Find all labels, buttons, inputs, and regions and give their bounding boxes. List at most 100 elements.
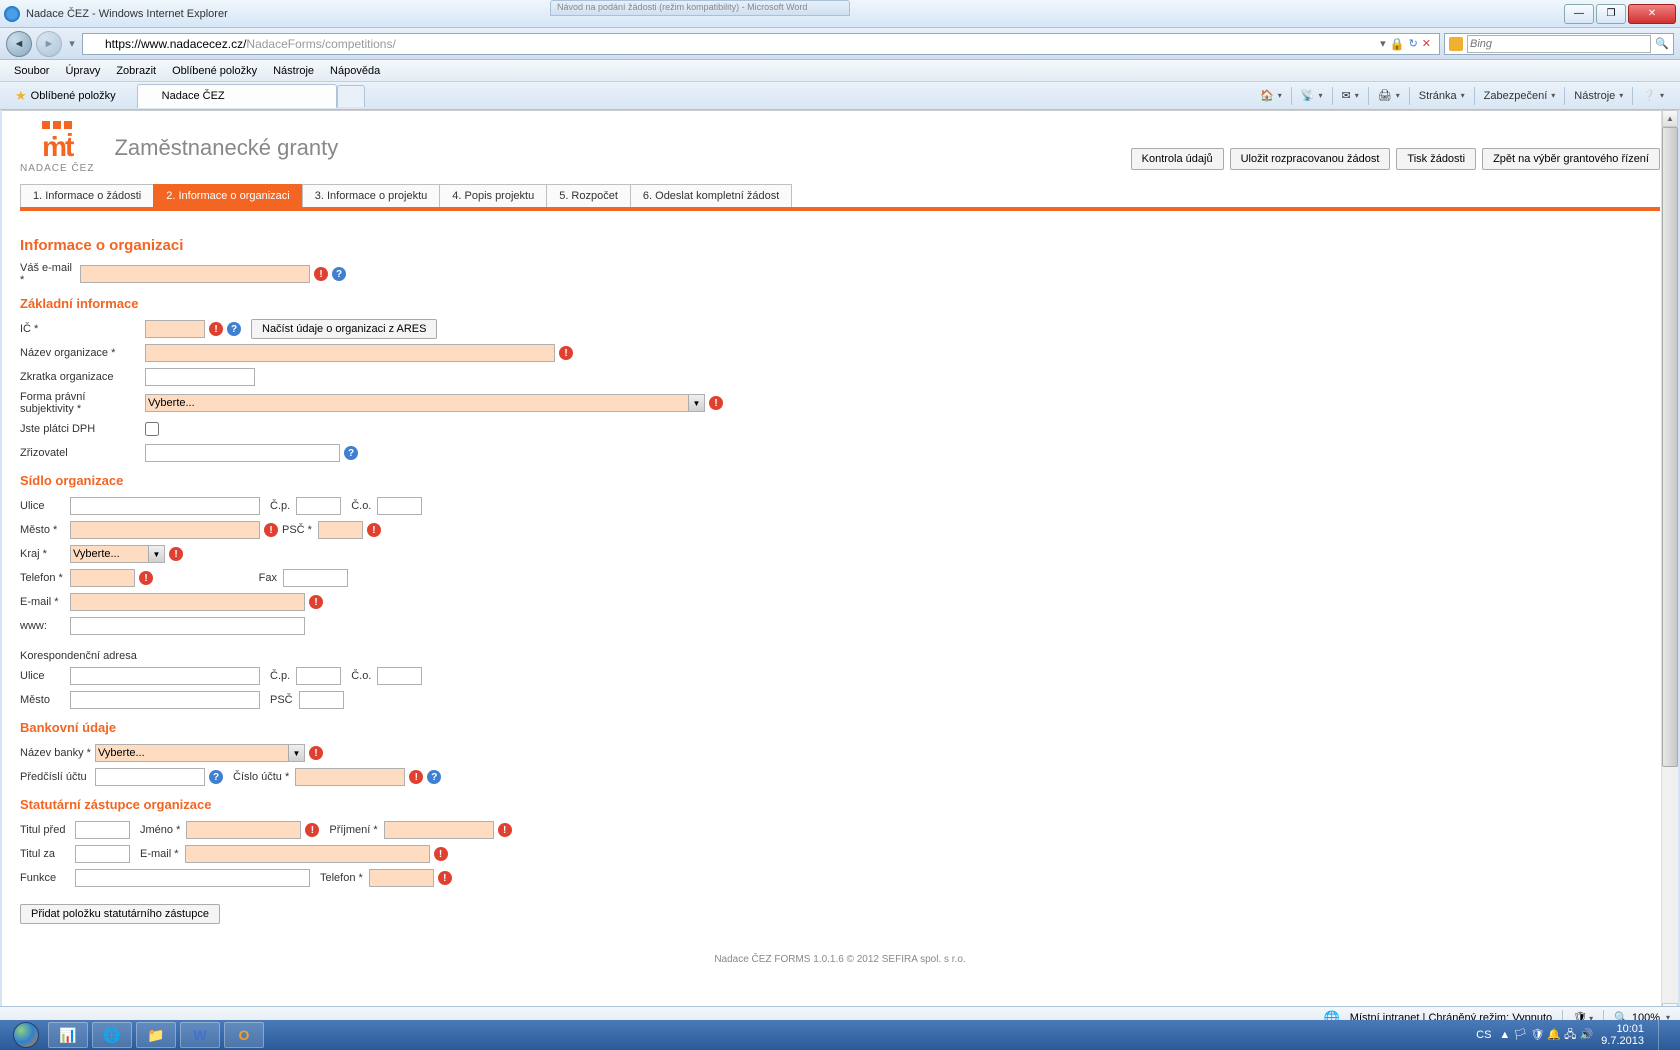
label-firstname: Jméno *	[130, 824, 186, 836]
step-3[interactable]: 3. Informace o projektu	[302, 184, 441, 207]
taskbar-explorer[interactable]: 📁	[136, 1022, 176, 1048]
input-ic[interactable]	[145, 320, 205, 338]
back-to-selection-button[interactable]: Zpět na výběr grantového řízení	[1482, 148, 1660, 170]
menu-tools[interactable]: Nástroje	[267, 63, 320, 79]
input-cp[interactable]	[296, 497, 341, 515]
input-org-email[interactable]	[70, 593, 305, 611]
back-button[interactable]: ◄	[6, 31, 32, 57]
input-founder[interactable]	[145, 444, 340, 462]
taskbar-word[interactable]: W	[180, 1022, 220, 1048]
label-co: Č.o.	[341, 500, 377, 512]
search-box[interactable]: 🔍	[1444, 33, 1674, 55]
safety-menu[interactable]: Zabezpečení▾	[1480, 88, 1560, 104]
input-city2[interactable]	[70, 691, 260, 709]
input-surname[interactable]	[384, 821, 494, 839]
help-icon[interactable]: ?	[227, 322, 241, 336]
search-icon[interactable]: 🔍	[1655, 37, 1669, 50]
nav-history-dropdown[interactable]: ▾	[66, 34, 78, 54]
scroll-thumb[interactable]	[1662, 127, 1678, 767]
scroll-up-button[interactable]: ▲	[1662, 110, 1678, 127]
taskbar-excel[interactable]: 📊	[48, 1022, 88, 1048]
tray-clock[interactable]: 10:01 9.7.2013	[1601, 1023, 1644, 1047]
print-button[interactable]: 🖨▾	[1374, 87, 1404, 104]
input-city[interactable]	[70, 521, 260, 539]
load-ares-button[interactable]: Načíst údaje o organizaci z ARES	[251, 319, 437, 339]
mail-button[interactable]: ✉▾	[1338, 87, 1363, 104]
checkbox-vat[interactable]	[145, 422, 159, 436]
top-actions: Kontrola údajů Uložit rozpracovanou žádo…	[1131, 148, 1660, 170]
home-button[interactable]: 🏠▾	[1256, 87, 1286, 104]
show-desktop-button[interactable]	[1658, 1020, 1668, 1050]
help-button[interactable]: ❔▾	[1638, 87, 1668, 104]
tray-icons[interactable]: ▲ 🏳 🛡 🔔 🖧 🔊	[1499, 1026, 1593, 1045]
step-5[interactable]: 5. Rozpočet	[546, 184, 631, 207]
menu-file[interactable]: Soubor	[8, 63, 55, 79]
save-draft-button[interactable]: Uložit rozpracovanou žádost	[1230, 148, 1391, 170]
input-cp2[interactable]	[296, 667, 341, 685]
input-title-before[interactable]	[75, 821, 130, 839]
input-account-prefix[interactable]	[95, 768, 205, 786]
tools-menu[interactable]: Nástroje▾	[1570, 88, 1627, 104]
label-surname: Příjmení *	[319, 824, 383, 836]
tray-lang[interactable]: CS	[1476, 1029, 1491, 1041]
input-your-email[interactable]	[80, 265, 310, 283]
maximize-button[interactable]: ❐	[1596, 4, 1626, 24]
input-psc[interactable]	[318, 521, 363, 539]
feeds-button[interactable]: 📡▾	[1297, 87, 1327, 104]
input-psc2[interactable]	[299, 691, 344, 709]
input-www[interactable]	[70, 617, 305, 635]
start-button[interactable]	[6, 1020, 46, 1050]
taskbar-outlook[interactable]: O	[224, 1022, 264, 1048]
menu-favorites[interactable]: Oblíbené položky	[166, 63, 263, 79]
help-icon[interactable]: ?	[209, 770, 223, 784]
chevron-down-icon: ▼	[688, 395, 704, 411]
step-4[interactable]: 4. Popis projektu	[439, 184, 547, 207]
input-abbrev[interactable]	[145, 368, 255, 386]
input-title-after[interactable]	[75, 845, 130, 863]
menu-edit[interactable]: Úpravy	[59, 63, 106, 79]
minimize-button[interactable]: —	[1564, 4, 1594, 24]
vertical-scrollbar[interactable]: ▲ ▼	[1661, 110, 1678, 1020]
favorites-button[interactable]: ★ Oblíbené položky	[6, 84, 125, 108]
tab-title: Nadace ČEZ	[162, 90, 225, 102]
search-input[interactable]	[1467, 35, 1651, 53]
step-2[interactable]: 2. Informace o organizaci	[153, 184, 303, 207]
label-street: Ulice	[20, 500, 70, 512]
input-account-number[interactable]	[295, 768, 405, 786]
input-stat-email[interactable]	[185, 845, 430, 863]
input-street[interactable]	[70, 497, 260, 515]
input-co2[interactable]	[377, 667, 422, 685]
menu-view[interactable]: Zobrazit	[110, 63, 162, 79]
stop-icon[interactable]: ✕	[1422, 37, 1431, 50]
input-org-name[interactable]	[145, 344, 555, 362]
input-stat-phone[interactable]	[369, 869, 434, 887]
select-legal-form[interactable]: Vyberte...	[145, 394, 705, 412]
input-phone[interactable]	[70, 569, 135, 587]
select-bank[interactable]: Vyberte...	[95, 744, 305, 762]
help-icon[interactable]: ?	[332, 267, 346, 281]
taskbar-ie[interactable]: 🌐	[92, 1022, 132, 1048]
error-icon: !	[709, 396, 723, 410]
help-icon[interactable]: ?	[427, 770, 441, 784]
input-street2[interactable]	[70, 667, 260, 685]
input-function[interactable]	[75, 869, 310, 887]
forward-button[interactable]: ►	[36, 31, 62, 57]
input-fax[interactable]	[283, 569, 348, 587]
menu-help[interactable]: Nápověda	[324, 63, 386, 79]
refresh-icon[interactable]: ↻	[1409, 37, 1418, 50]
input-co[interactable]	[377, 497, 422, 515]
lock-icon[interactable]: 🔒	[1390, 37, 1405, 51]
input-firstname[interactable]	[186, 821, 301, 839]
print-request-button[interactable]: Tisk žádosti	[1396, 148, 1476, 170]
address-bar[interactable]: https://www.nadacecez.cz/NadaceForms/com…	[82, 33, 1440, 55]
step-6[interactable]: 6. Odeslat kompletní žádost	[630, 184, 792, 207]
new-tab-button[interactable]	[337, 85, 365, 107]
close-button[interactable]: ✕	[1628, 4, 1676, 24]
add-representative-button[interactable]: Přidat položku statutárního zástupce	[20, 904, 220, 924]
help-icon[interactable]: ?	[344, 446, 358, 460]
page-menu[interactable]: Stránka▾	[1415, 88, 1469, 104]
check-data-button[interactable]: Kontrola údajů	[1131, 148, 1224, 170]
step-1[interactable]: 1. Informace o žádosti	[20, 184, 154, 207]
browser-tab[interactable]: Nadace ČEZ	[137, 84, 337, 108]
dropdown-icon[interactable]: ▾	[1380, 37, 1386, 50]
